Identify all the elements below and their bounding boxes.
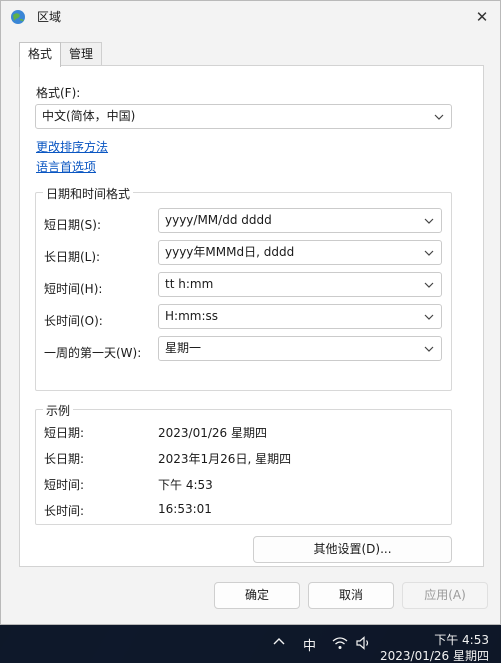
globe-icon: [10, 9, 26, 25]
taskbar-clock-date[interactable]: 2023/01/26 星期四: [380, 647, 489, 663]
first-day-of-week-value: 星期一: [165, 341, 202, 355]
ok-button[interactable]: 确定: [214, 582, 300, 609]
long-time-value: H:mm:ss: [165, 309, 218, 323]
short-time-label: 短时间(H):: [44, 282, 103, 296]
format-select[interactable]: 中文(简体，中国): [35, 104, 452, 129]
example-short-date-value: 2023/01/26 星期四: [158, 426, 267, 440]
long-date-value: yyyy年MMMd日, dddd: [165, 245, 295, 259]
chevron-down-icon: [423, 241, 435, 264]
title-bar: 区域 ✕: [1, 1, 500, 33]
example-short-time-value: 下午 4:53: [158, 478, 213, 492]
chevron-down-icon: [423, 305, 435, 328]
format-select-value: 中文(简体，中国): [42, 109, 136, 123]
datetime-group-title: 日期和时间格式: [43, 185, 134, 202]
chevron-down-icon: [423, 337, 435, 360]
speaker-icon[interactable]: [356, 636, 372, 654]
example-group-title: 示例: [43, 402, 74, 419]
chevron-up-icon[interactable]: [272, 635, 286, 650]
taskbar-clock-time[interactable]: 下午 4:53: [434, 631, 489, 648]
tab-format[interactable]: 格式: [19, 42, 62, 67]
tab-bar: 格式 管理: [19, 42, 103, 67]
cancel-button[interactable]: 取消: [308, 582, 394, 609]
datetime-format-group: 日期和时间格式 短日期(S): yyyy/MM/dd dddd 长日期(L): …: [35, 185, 452, 391]
example-group: 示例 短日期: 2023/01/26 星期四 长日期: 2023年1月26日, …: [35, 402, 452, 525]
example-long-time-value: 16:53:01: [158, 502, 212, 516]
apply-button[interactable]: 应用(A): [402, 582, 488, 609]
tab-admin[interactable]: 管理: [60, 42, 103, 66]
ime-indicator[interactable]: 中: [303, 635, 316, 654]
chevron-down-icon: [433, 105, 445, 128]
long-date-select[interactable]: yyyy年MMMd日, dddd: [158, 240, 442, 265]
other-settings-button[interactable]: 其他设置(D)...: [253, 536, 452, 563]
region-dialog: 区域 ✕ 格式 管理 格式(F): 中文(简体，中国) 更改排序方法 语言首选项…: [0, 0, 501, 625]
long-date-label: 长日期(L):: [44, 250, 101, 264]
format-panel: 格式(F): 中文(简体，中国) 更改排序方法 语言首选项 日期和时间格式 短日…: [19, 65, 484, 567]
first-day-of-week-label: 一周的第一天(W):: [44, 346, 142, 360]
long-time-select[interactable]: H:mm:ss: [158, 304, 442, 329]
wifi-icon[interactable]: [332, 636, 348, 654]
example-short-date-label: 短日期:: [44, 426, 85, 440]
example-long-time-label: 长时间:: [44, 504, 85, 518]
example-long-date-label: 长日期:: [44, 452, 85, 466]
window-title: 区域: [37, 10, 62, 24]
chevron-down-icon: [423, 209, 435, 232]
taskbar: 中 下午 4:53 2023/01/26 星期四: [0, 625, 501, 663]
short-date-label: 短日期(S):: [44, 218, 102, 232]
close-button[interactable]: ✕: [470, 5, 494, 29]
short-time-select[interactable]: tt h:mm: [158, 272, 442, 297]
example-long-date-value: 2023年1月26日, 星期四: [158, 452, 292, 466]
short-date-value: yyyy/MM/dd dddd: [165, 213, 272, 227]
short-time-value: tt h:mm: [165, 277, 214, 291]
format-label: 格式(F):: [36, 86, 81, 100]
language-preferences-link[interactable]: 语言首选项: [36, 158, 96, 175]
long-time-label: 长时间(O):: [44, 314, 103, 328]
chevron-down-icon: [423, 273, 435, 296]
close-icon: ✕: [475, 8, 489, 26]
change-sort-link[interactable]: 更改排序方法: [36, 138, 108, 155]
example-short-time-label: 短时间:: [44, 478, 85, 492]
short-date-select[interactable]: yyyy/MM/dd dddd: [158, 208, 442, 233]
first-day-of-week-select[interactable]: 星期一: [158, 336, 442, 361]
